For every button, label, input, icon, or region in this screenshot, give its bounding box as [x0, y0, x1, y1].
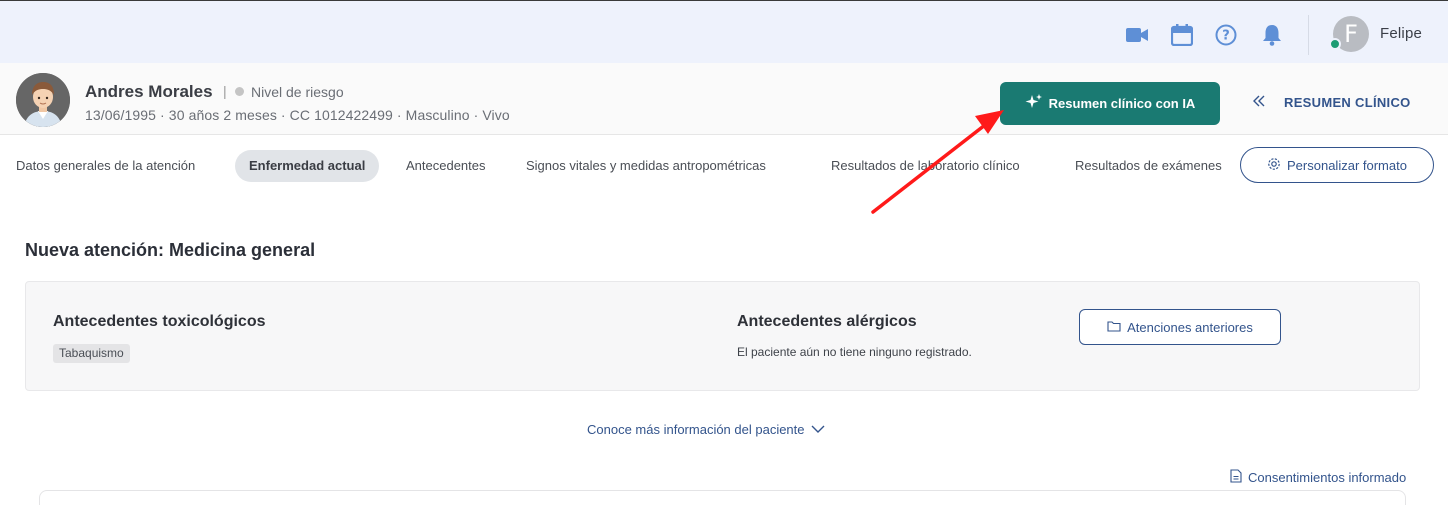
- tab-exam-results[interactable]: Resultados de exámenes: [1061, 150, 1232, 182]
- patient-header: Andres Morales | Nivel de riesgo 13/06/1…: [0, 63, 1448, 135]
- folder-icon: [1107, 320, 1121, 335]
- more-info-label: Conoce más información del paciente: [587, 422, 805, 437]
- page-title: Nueva atención: Medicina general: [25, 240, 316, 260]
- lower-panel: [39, 490, 1406, 505]
- customize-format-label: Personalizar formato: [1287, 157, 1407, 173]
- clinical-summary-link[interactable]: RESUMEN CLÍNICO: [1252, 94, 1411, 111]
- allergy-empty-message: El paciente aún no tiene ninguno registr…: [737, 345, 972, 359]
- tab-history[interactable]: Antecedentes: [392, 150, 500, 182]
- tab-current-illness[interactable]: Enfermedad actual: [235, 150, 380, 182]
- risk-level-label: Nivel de riesgo: [251, 84, 344, 100]
- calendar-icon[interactable]: [1170, 23, 1194, 47]
- video-camera-icon[interactable]: [1125, 23, 1149, 47]
- tab-vital-signs[interactable]: Signos vitales y medidas antropométricas: [512, 150, 780, 182]
- more-patient-info-link[interactable]: Conoce más información del paciente: [587, 422, 825, 437]
- previous-visits-label: Atenciones anteriores: [1127, 319, 1253, 335]
- informed-consent-link[interactable]: Consentimientos informado: [1230, 469, 1406, 486]
- user-name[interactable]: Felipe: [1380, 25, 1422, 42]
- risk-level-dot: [235, 87, 244, 96]
- topbar-divider: [1308, 15, 1309, 55]
- tab-general-data[interactable]: Datos generales de la atención: [2, 150, 209, 182]
- name-separator: |: [223, 83, 227, 99]
- clinical-summary-label: RESUMEN CLÍNICO: [1284, 95, 1411, 110]
- patient-avatar: [16, 73, 70, 127]
- consent-label: Consentimientos informado: [1248, 470, 1407, 485]
- tab-lab-results[interactable]: Resultados de laboratorio clínico: [817, 150, 1034, 182]
- sparkle-icon: [1025, 93, 1043, 114]
- chevron-down-icon: [811, 422, 825, 437]
- allergy-title: Antecedentes alérgicos: [737, 313, 917, 330]
- user-initial: F: [1344, 20, 1358, 48]
- customize-format-button[interactable]: Personalizar formato: [1240, 147, 1434, 183]
- top-bar: ? F Felipe: [0, 0, 1448, 63]
- document-icon: [1230, 469, 1242, 486]
- online-status-dot: [1329, 38, 1341, 50]
- ai-summary-label: Resumen clínico con IA: [1048, 96, 1196, 111]
- svg-text:?: ?: [1222, 29, 1230, 44]
- history-card: Antecedentes toxicológicos Tabaquismo An…: [25, 281, 1420, 391]
- patient-name: Andres Morales: [85, 82, 213, 101]
- toxicology-chip: Tabaquismo: [53, 344, 130, 363]
- double-chevron-left-icon: [1252, 94, 1266, 111]
- previous-visits-button[interactable]: Atenciones anteriores: [1079, 309, 1281, 345]
- section-tabs: Datos generales de la atención Enfermeda…: [0, 148, 1232, 184]
- ai-clinical-summary-button[interactable]: Resumen clínico con IA: [1000, 82, 1220, 125]
- patient-info: 13/06/1995 · 30 años 2 meses · CC 101242…: [85, 107, 510, 123]
- toxicology-title: Antecedentes toxicológicos: [53, 313, 266, 330]
- bell-icon[interactable]: [1260, 23, 1284, 47]
- help-icon[interactable]: ?: [1214, 23, 1238, 47]
- gear-icon: [1267, 157, 1281, 174]
